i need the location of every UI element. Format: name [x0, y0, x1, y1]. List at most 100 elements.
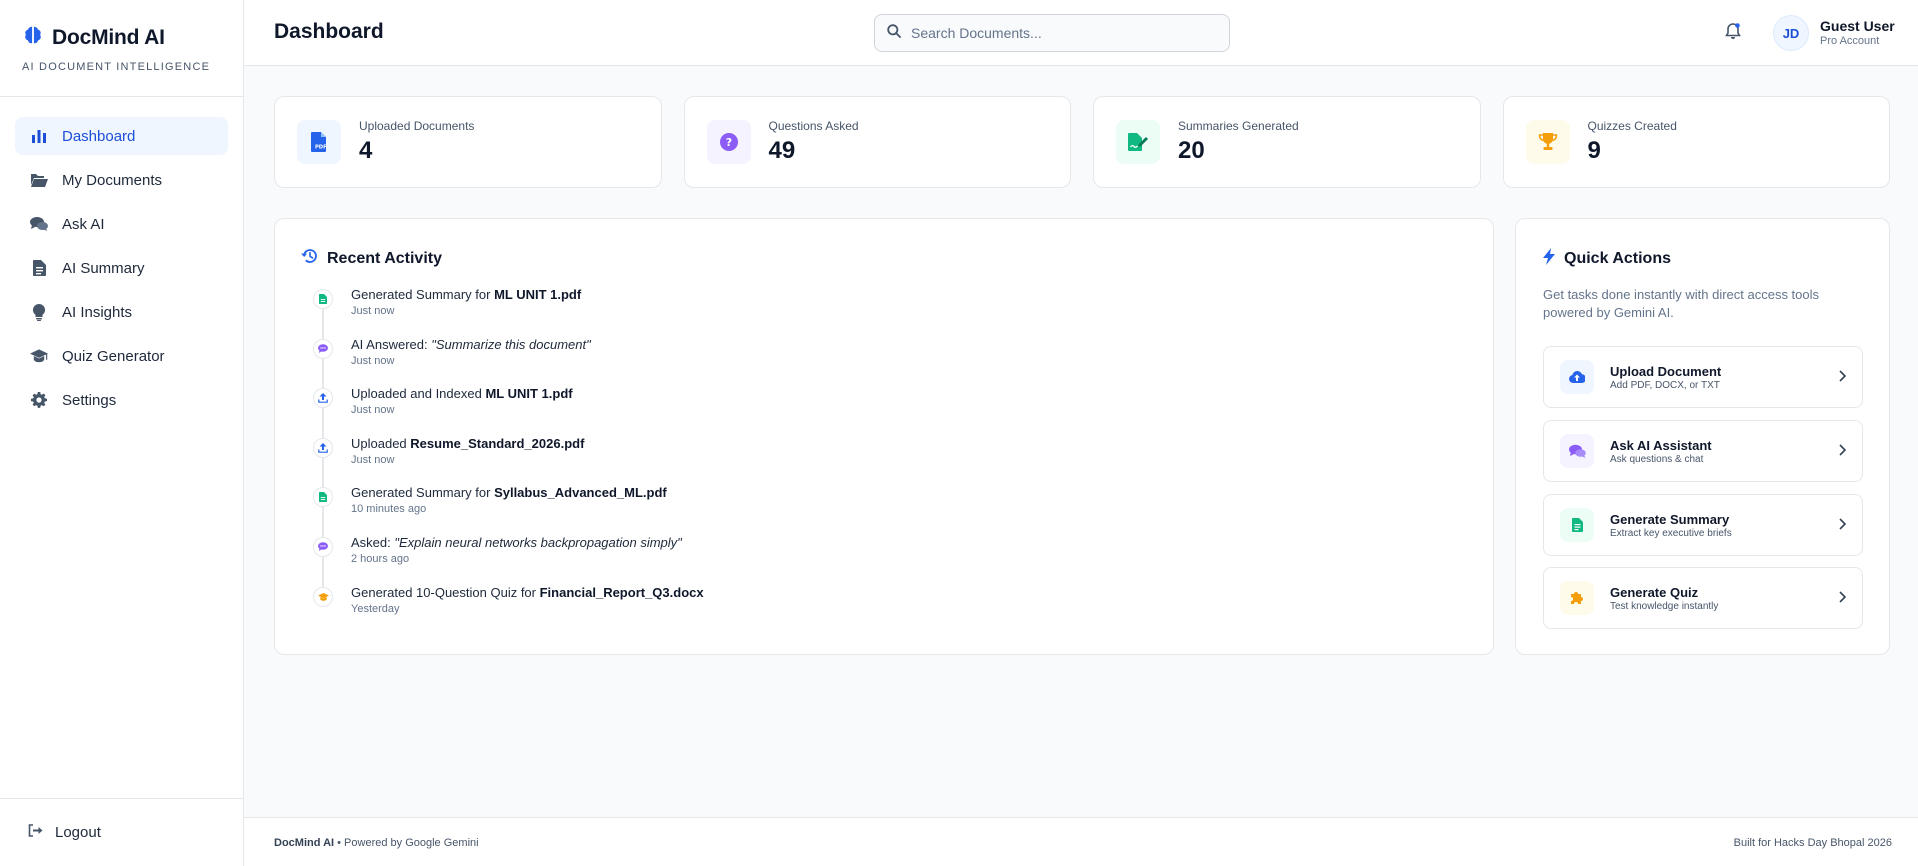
avatar[interactable]: JD — [1773, 15, 1809, 51]
quick-actions-title: Quick Actions — [1543, 248, 1671, 270]
generate-summary-button[interactable]: Generate Summary Extract key executive b… — [1543, 494, 1863, 556]
action-subtitle: Extract key executive briefs — [1610, 527, 1732, 539]
top-header: Dashboard JD Guest User Pro Account — [244, 0, 1918, 66]
activity-text: Uploaded and Indexed ML UNIT 1.pdf — [351, 386, 573, 402]
graduation-cap-icon — [30, 347, 48, 365]
user-name: Guest User — [1820, 18, 1895, 34]
activity-text: Generated 10-Question Quiz for Financial… — [351, 584, 704, 600]
stat-value: 9 — [1587, 137, 1601, 164]
sidebar-item-label: Settings — [62, 391, 117, 409]
recent-activity-card: Recent Activity Generated Summary for ML… — [274, 218, 1494, 655]
chevron-right-icon — [1839, 369, 1847, 387]
pdf-file-icon: PDF — [297, 120, 341, 164]
sidebar: DocMind AI AI DOCUMENT INTELLIGENCE Dash… — [0, 0, 244, 866]
file-icon — [313, 289, 333, 309]
action-title: Generate Quiz — [1610, 584, 1699, 600]
chevron-right-icon — [1839, 517, 1847, 535]
action-title: Upload Document — [1610, 363, 1722, 379]
card-title-text: Quick Actions — [1564, 250, 1671, 267]
document-text-icon — [1560, 508, 1594, 542]
list-item[interactable]: Generated Summary for Syllabus_Advanced_… — [311, 485, 1411, 535]
stat-card-summaries-generated: Summaries Generated 20 — [1093, 96, 1481, 188]
footer-left: DocMind AI • Powered by Google Gemini — [274, 837, 479, 849]
activity-text: AI Answered: "Summarize this document" — [351, 336, 591, 352]
search-box[interactable] — [874, 14, 1230, 52]
upload-document-button[interactable]: Upload Document Add PDF, DOCX, or TXT — [1543, 346, 1863, 408]
list-item[interactable]: Uploaded and Indexed ML UNIT 1.pdf Just … — [311, 386, 1411, 436]
footer: DocMind AI • Powered by Google Gemini Bu… — [244, 817, 1918, 866]
sidebar-item-label: Quiz Generator — [62, 347, 165, 365]
sidebar-item-label: Dashboard — [62, 127, 136, 145]
action-subtitle: Add PDF, DOCX, or TXT — [1610, 379, 1720, 391]
stat-value: 49 — [768, 137, 796, 164]
search-icon — [887, 23, 901, 43]
activity-time: Just now — [351, 305, 395, 317]
stat-card-questions-asked: ? Questions Asked 49 — [683, 96, 1071, 188]
user-info[interactable]: Guest User Pro Account — [1820, 18, 1895, 47]
generate-quiz-button[interactable]: Generate Quiz Test knowledge instantly — [1543, 567, 1863, 629]
stat-card-uploaded-documents: PDF Uploaded Documents 4 — [274, 96, 662, 188]
sidebar-nav: Dashboard My Documents Ask AI AI Summary… — [0, 97, 243, 419]
folder-open-icon — [30, 171, 48, 189]
chevron-right-icon — [1839, 590, 1847, 608]
sidebar-item-my-documents[interactable]: My Documents — [15, 161, 228, 199]
sidebar-item-label: AI Insights — [62, 303, 133, 321]
activity-text: Generated Summary for Syllabus_Advanced_… — [351, 485, 667, 501]
sidebar-item-settings[interactable]: Settings — [15, 381, 228, 419]
stat-label: Questions Asked — [768, 119, 859, 133]
footer-credit: Built for Hacks Day Bhopal 2026 — [1733, 837, 1892, 849]
sidebar-item-quiz-generator[interactable]: Quiz Generator — [15, 337, 228, 375]
stat-label: Summaries Generated — [1178, 119, 1299, 133]
history-icon — [301, 248, 318, 269]
question-circle-icon: ? — [706, 120, 751, 164]
list-item[interactable]: Generated Summary for ML UNIT 1.pdf Just… — [311, 287, 1411, 337]
ask-ai-assistant-button[interactable]: Ask AI Assistant Ask questions & chat — [1543, 420, 1863, 482]
action-title: Generate Summary — [1610, 511, 1730, 527]
notification-button[interactable] — [1725, 22, 1741, 45]
logout-icon — [28, 824, 43, 841]
sidebar-item-ai-summary[interactable]: AI Summary — [15, 249, 228, 287]
graduation-cap-icon — [313, 586, 333, 607]
quick-actions-description: Get tasks done instantly with direct acc… — [1543, 287, 1820, 320]
list-item[interactable]: Uploaded Resume_Standard_2026.pdf Just n… — [311, 436, 1411, 486]
logout-button[interactable]: Logout — [0, 798, 243, 866]
logout-label: Logout — [55, 824, 101, 841]
lightning-icon — [1543, 248, 1555, 270]
chat-bubbles-icon — [30, 215, 48, 233]
activity-timeline: Generated Summary for ML UNIT 1.pdf Just… — [311, 287, 1411, 634]
chat-bubbles-icon — [1560, 434, 1594, 468]
list-item[interactable]: AI Answered: "Summarize this document" J… — [311, 337, 1411, 387]
stat-label: Quizzes Created — [1587, 119, 1677, 133]
search-input[interactable] — [911, 25, 1211, 41]
upload-icon — [313, 388, 333, 409]
puzzle-icon — [1560, 581, 1594, 615]
card-title-text: Recent Activity — [327, 249, 442, 267]
user-role: Pro Account — [1820, 35, 1880, 47]
brand-tagline: AI DOCUMENT INTELLIGENCE — [22, 61, 211, 73]
activity-text: Uploaded Resume_Standard_2026.pdf — [351, 435, 585, 451]
activity-text: Asked: "Explain neural networks backprop… — [351, 534, 682, 550]
bell-icon — [1725, 23, 1741, 44]
stat-label: Uploaded Documents — [359, 119, 475, 133]
sidebar-item-ask-ai[interactable]: Ask AI — [15, 205, 228, 243]
chevron-right-icon — [1839, 443, 1847, 461]
stats-row: PDF Uploaded Documents 4 ? Questions Ask… — [274, 96, 1890, 188]
trophy-icon — [1525, 120, 1570, 164]
list-item[interactable]: Generated 10-Question Quiz for Financial… — [311, 585, 1411, 635]
lightbulb-icon — [30, 303, 48, 321]
sidebar-item-label: Ask AI — [62, 215, 105, 233]
svg-text:?: ? — [725, 136, 731, 149]
chat-icon — [313, 536, 333, 557]
sidebar-item-ai-insights[interactable]: AI Insights — [15, 293, 228, 331]
brain-icon — [22, 24, 44, 51]
stat-value: 4 — [359, 137, 373, 164]
list-item[interactable]: Asked: "Explain neural networks backprop… — [311, 535, 1411, 585]
activity-text: Generated Summary for ML UNIT 1.pdf — [351, 287, 582, 302]
sidebar-item-dashboard[interactable]: Dashboard — [15, 117, 228, 155]
file-icon — [313, 487, 333, 508]
svg-text:PDF: PDF — [315, 145, 327, 151]
bar-chart-icon — [30, 127, 48, 145]
action-subtitle: Test knowledge instantly — [1610, 600, 1719, 612]
file-signature-icon — [1116, 120, 1160, 164]
stat-value: 20 — [1178, 137, 1205, 164]
